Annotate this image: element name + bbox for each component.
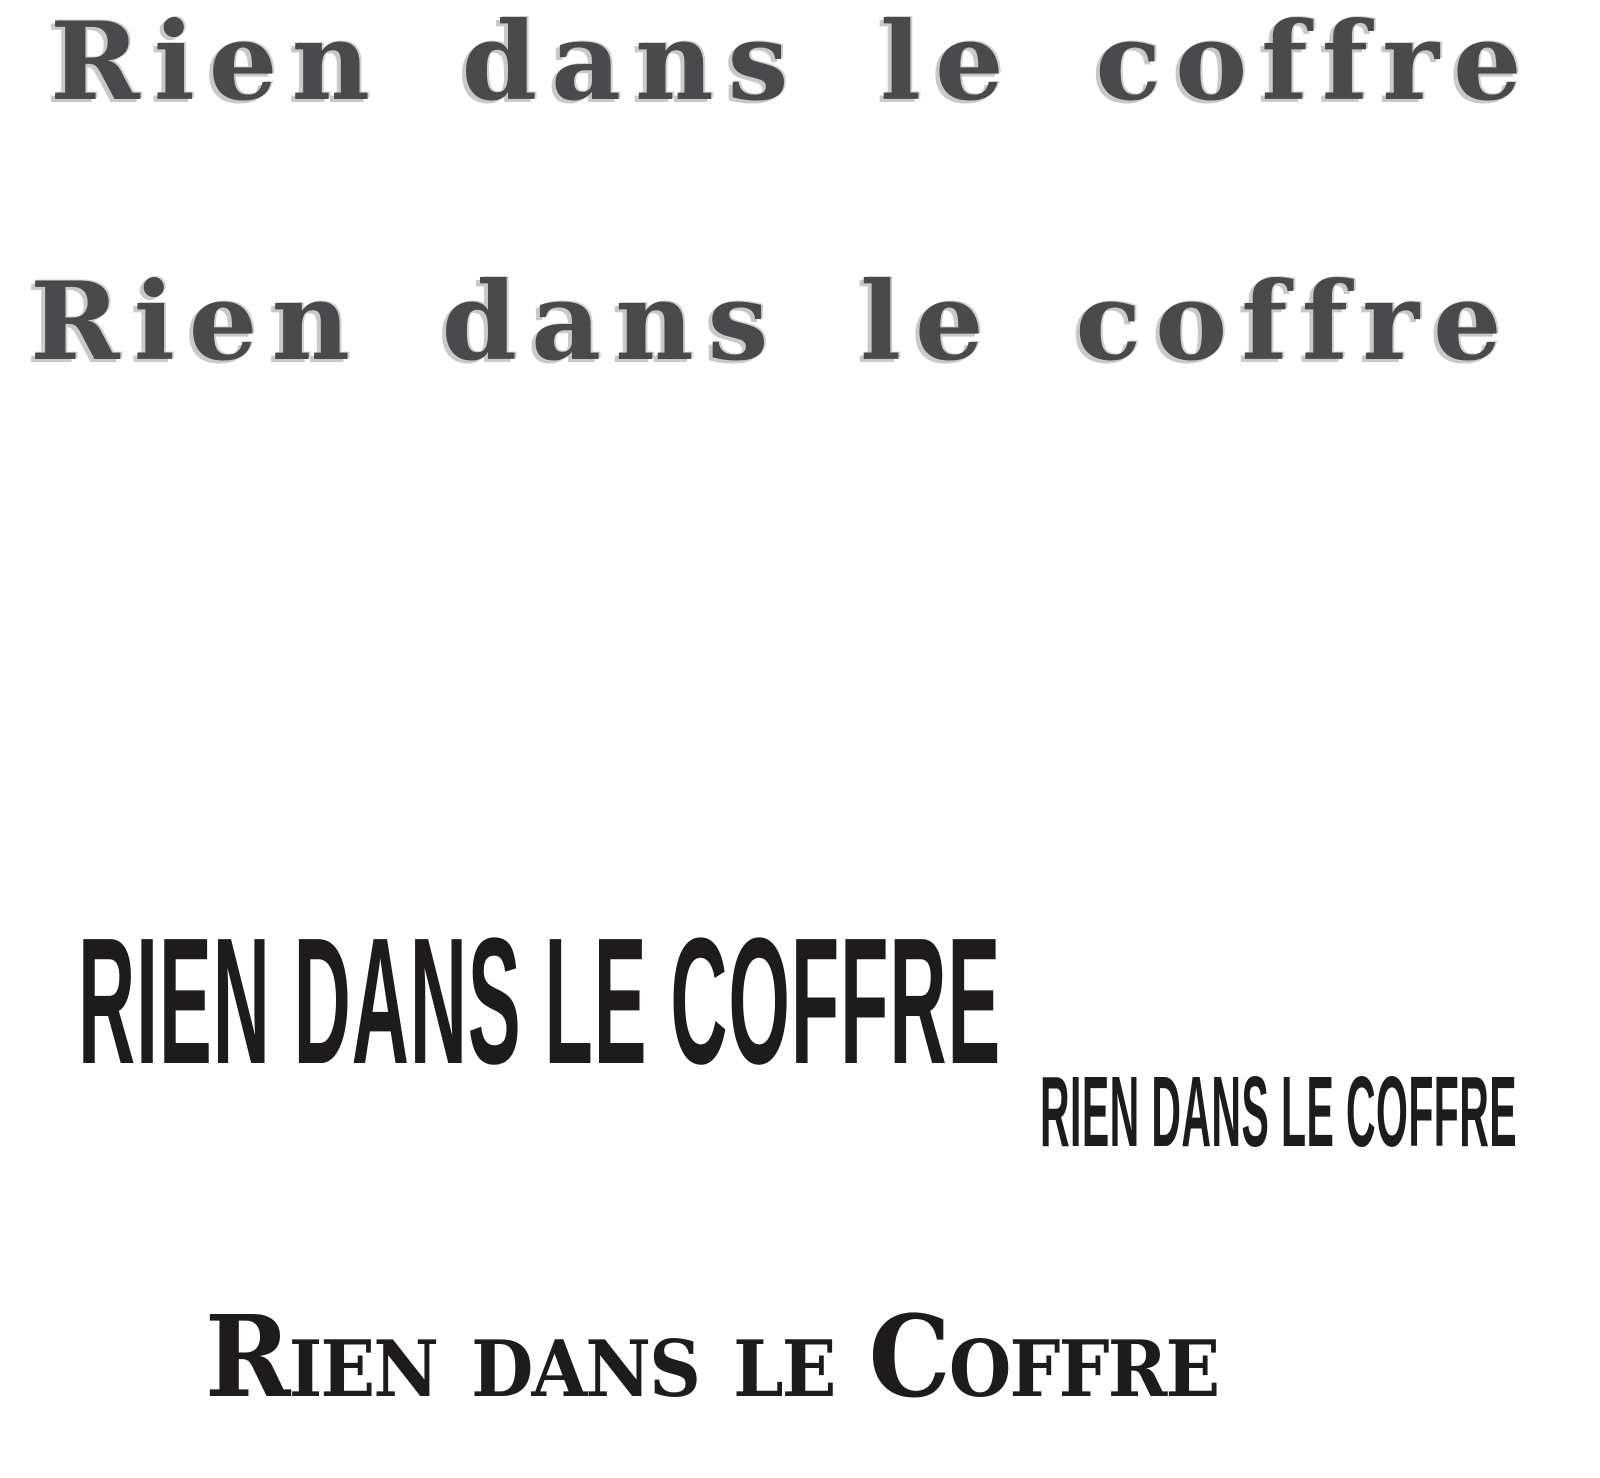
- condensed-sample-small: RIEN DANS LE COFFRE: [1040, 1056, 1518, 1168]
- typewriter-sample-1: Rien dans le coffre: [50, 0, 1536, 125]
- typewriter-sample-2: Rien dans le coffre: [30, 259, 1516, 385]
- smallcaps-serif-sample: Rien dans le Coffre: [205, 1292, 1220, 1423]
- condensed-sample-large: RIEN DANS LE COFFRE: [78, 901, 1002, 1102]
